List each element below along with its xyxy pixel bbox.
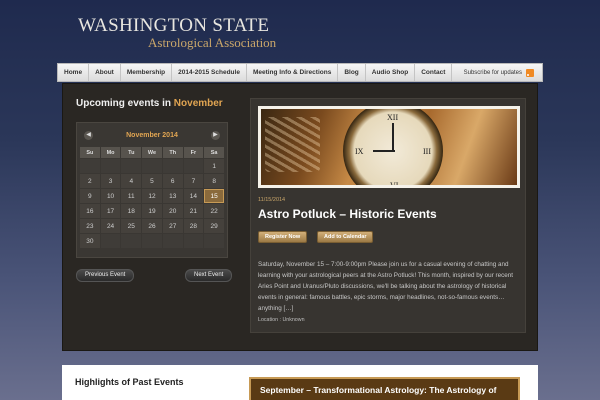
calendar-day[interactable]: 10	[100, 189, 121, 203]
nav-item-meeting-info[interactable]: Meeting Info & Directions	[247, 64, 339, 81]
calendar-day[interactable]: 19	[142, 204, 162, 218]
nav-item-blog[interactable]: Blog	[338, 64, 366, 81]
calendar-empty-cell	[183, 234, 204, 248]
previous-event-button[interactable]: Previous Event	[76, 269, 135, 282]
chevron-right-icon[interactable]: ▶	[210, 130, 220, 140]
calendar-day[interactable]: 21	[183, 204, 204, 218]
rss-icon[interactable]	[526, 68, 534, 77]
calendar-dow: Fr	[183, 147, 204, 158]
calendar-dow: Su	[80, 147, 100, 158]
calendar-day[interactable]: 17	[100, 204, 121, 218]
past-event-banner[interactable]: September – Transformational Astrology: …	[249, 377, 520, 400]
nav-item-audio-shop[interactable]: Audio Shop	[366, 64, 416, 81]
upcoming-label: Upcoming events in	[76, 98, 172, 109]
calendar-day[interactable]: 29	[204, 219, 224, 233]
calendar-empty-cell	[100, 159, 121, 173]
featured-event: XII III VI IX 11/15/2014 Astro Potluck –…	[250, 98, 526, 333]
calendar-day[interactable]: 8	[204, 174, 224, 188]
nav-item-contact[interactable]: Contact	[415, 64, 453, 81]
calendar-day[interactable]: 7	[183, 174, 204, 188]
logo-title: WASHINGTON STATE	[78, 15, 270, 36]
main-content: Upcoming events in November ◀ November 2…	[62, 83, 538, 351]
calendar-grid: Su Mo Tu We Th Fr Sa 1 2 3 4 5 6 7 8 9 10 11 12 13 14 15 16 17 1…	[80, 147, 224, 248]
past-events-section: Highlights of Past Events	[62, 365, 239, 400]
calendar-empty-cell	[80, 159, 100, 173]
nav-item-about[interactable]: About	[89, 64, 121, 81]
event-date: 11/15/2014	[258, 197, 286, 203]
event-calendar: ◀ November 2014 ▶ Su Mo Tu We Th Fr Sa 1 2 3 4 5 6 7 8…	[76, 122, 228, 258]
calendar-day[interactable]: 30	[80, 234, 100, 248]
clock-graphic: XII III VI IX	[343, 109, 443, 185]
calendar-empty-cell	[142, 234, 162, 248]
calendar-day[interactable]: 14	[183, 189, 204, 203]
event-title[interactable]: Astro Potluck – Historic Events	[258, 207, 437, 221]
calendar-dow: We	[142, 147, 162, 158]
subscribe-link[interactable]: Subscribe for updates	[464, 70, 522, 76]
calendar-empty-cell	[121, 159, 142, 173]
event-description: Saturday, November 15 – 7:00-9:00pm Plea…	[258, 261, 514, 312]
calendar-day[interactable]: 11	[121, 189, 142, 203]
nav-item-membership[interactable]: Membership	[121, 64, 173, 81]
calendar-day[interactable]: 6	[162, 174, 183, 188]
calendar-day[interactable]: 2	[80, 174, 100, 188]
calendar-day[interactable]: 1	[204, 159, 224, 173]
calendar-empty-cell	[162, 234, 183, 248]
nav-item-schedule[interactable]: 2014-2015 Schedule	[172, 64, 247, 81]
calendar-day[interactable]: 25	[121, 219, 142, 233]
calendar-day[interactable]: 28	[183, 219, 204, 233]
calendar-day[interactable]: 23	[80, 219, 100, 233]
calendar-day[interactable]: 5	[142, 174, 162, 188]
calendar-dow: Th	[162, 147, 183, 158]
calendar-day[interactable]: 24	[100, 219, 121, 233]
calendar-empty-cell	[183, 159, 204, 173]
calendar-day[interactable]: 15	[204, 189, 224, 203]
upcoming-heading: Upcoming events in November	[76, 98, 223, 109]
add-to-calendar-button[interactable]: Add to Calendar	[317, 231, 374, 243]
calendar-dow: Tu	[121, 147, 142, 158]
calendar-day[interactable]: 27	[162, 219, 183, 233]
calendar-day[interactable]: 12	[142, 189, 162, 203]
site-logo[interactable]: WASHINGTON STATE Astrological Associatio…	[78, 16, 276, 50]
calendar-day[interactable]: 20	[162, 204, 183, 218]
calendar-dow: Mo	[100, 147, 121, 158]
calendar-empty-cell	[121, 234, 142, 248]
calendar-title: November 2014	[126, 131, 178, 139]
calendar-empty-cell	[100, 234, 121, 248]
calendar-empty-cell	[204, 234, 224, 248]
past-event-title: September – Transformational Astrology: …	[260, 385, 497, 395]
calendar-day[interactable]: 22	[204, 204, 224, 218]
calendar-day[interactable]: 9	[80, 189, 100, 203]
calendar-empty-cell	[162, 159, 183, 173]
past-events-heading: Highlights of Past Events	[75, 377, 184, 387]
calendar-day[interactable]: 13	[162, 189, 183, 203]
event-location: Location : Unknown	[258, 317, 305, 323]
calendar-day[interactable]: 16	[80, 204, 100, 218]
chevron-left-icon[interactable]: ◀	[84, 130, 93, 140]
nav-item-home[interactable]: Home	[58, 64, 90, 81]
calendar-empty-cell	[142, 159, 162, 173]
calendar-day[interactable]: 18	[121, 204, 142, 218]
calendar-header: ◀ November 2014 ▶	[80, 126, 224, 144]
past-event-section: September – Transformational Astrology: …	[239, 365, 538, 400]
calendar-day[interactable]: 26	[142, 219, 162, 233]
event-image[interactable]: XII III VI IX	[258, 106, 520, 188]
register-now-button[interactable]: Register Now	[258, 231, 308, 243]
logo-subtitle: Astrological Association	[148, 35, 277, 50]
calendar-day[interactable]: 4	[121, 174, 142, 188]
next-event-button[interactable]: Next Event	[185, 269, 233, 282]
calendar-dow: Sa	[204, 147, 224, 158]
main-nav: Home About Membership 2014-2015 Schedule…	[57, 63, 543, 82]
upcoming-month: November	[173, 98, 223, 109]
map-graphic	[265, 117, 320, 172]
calendar-day[interactable]: 3	[100, 174, 121, 188]
